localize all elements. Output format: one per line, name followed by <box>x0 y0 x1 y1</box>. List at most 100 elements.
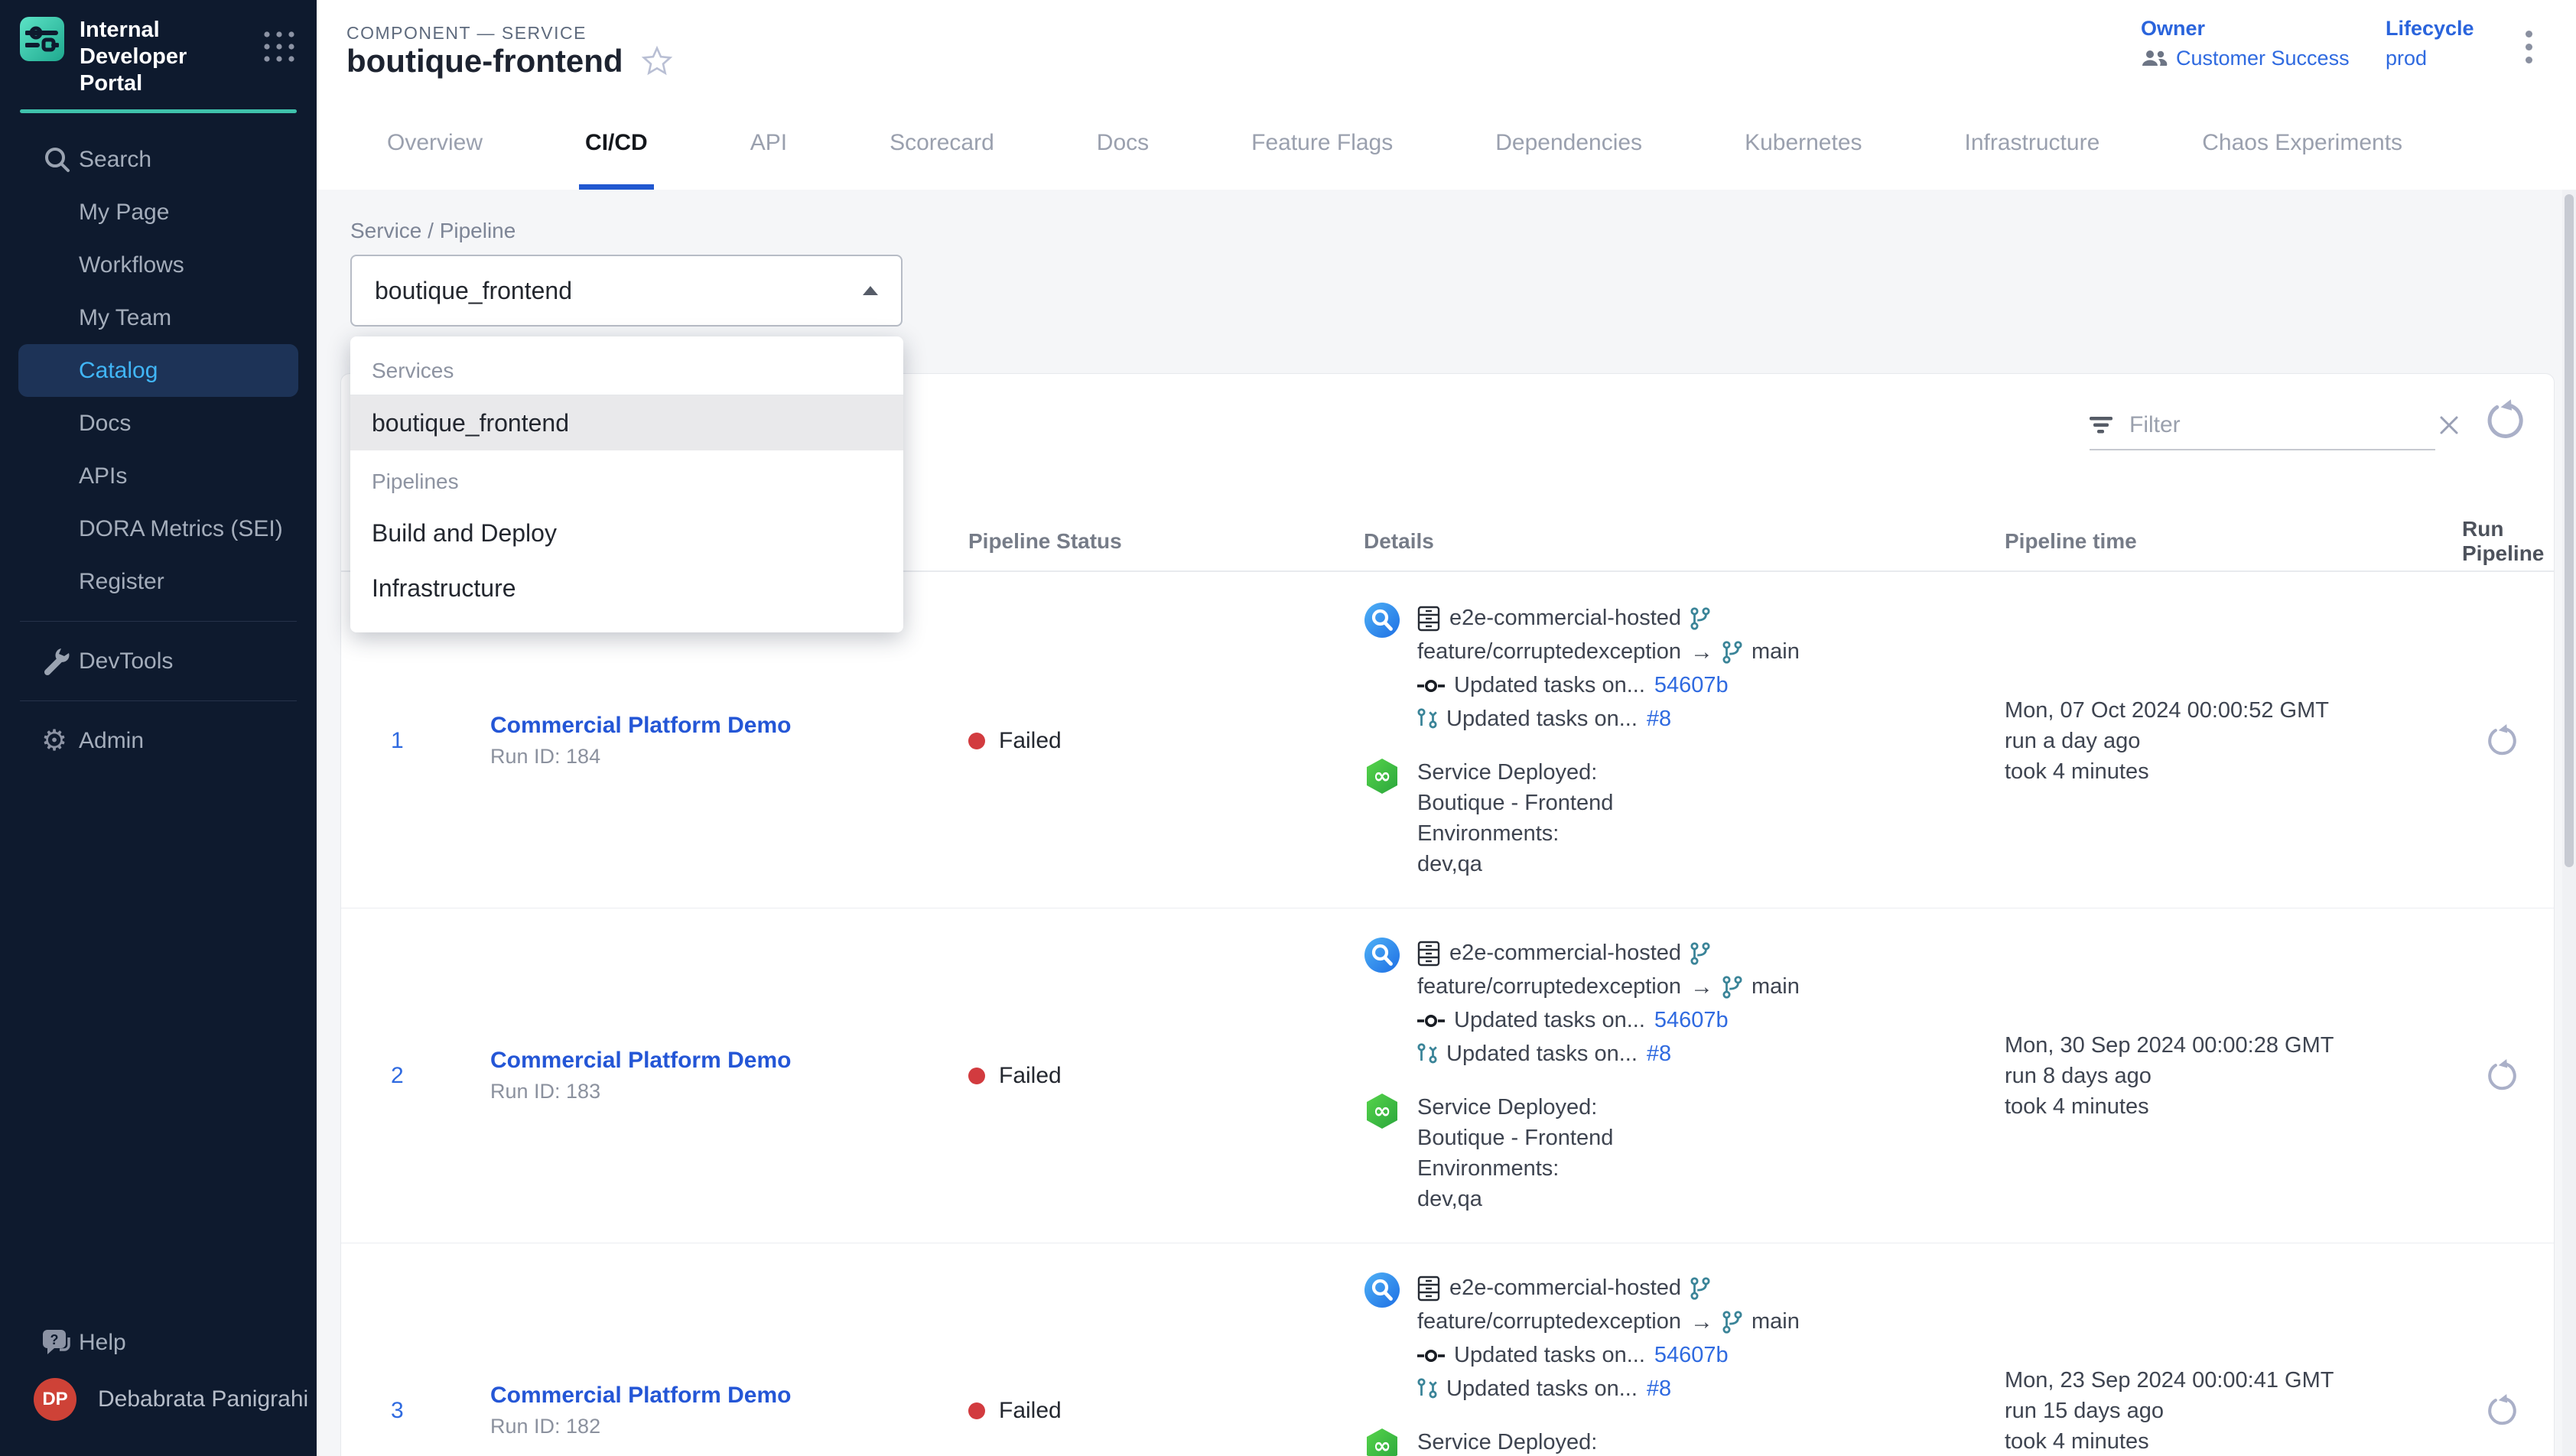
ci-stage-icon <box>1364 1272 1400 1406</box>
table-row: 2 Commercial Platform Demo Run ID: 183 F… <box>341 908 2554 1243</box>
repo-name[interactable]: e2e-commercial-hosted <box>1449 941 1681 966</box>
entity-header: COMPONENT — SERVICE boutique-frontend Ow… <box>317 0 2576 190</box>
time-line: took 4 minutes <box>2005 1091 2462 1122</box>
target-branch[interactable]: main <box>1751 974 1800 999</box>
tab-feature-flags[interactable]: Feature Flags <box>1245 130 1399 190</box>
run-pipeline-cell <box>2462 1058 2554 1094</box>
tab-cicd[interactable]: CI/CD <box>579 130 654 190</box>
deploy-line: Service Deployed: <box>1417 758 1613 788</box>
menu-item-boutique-frontend[interactable]: boutique_frontend <box>350 395 903 450</box>
clear-filter-icon[interactable] <box>2438 414 2460 436</box>
vertical-scrollbar[interactable] <box>2562 190 2576 1456</box>
pipeline-name-cell: Commercial Platform Demo Run ID: 182 <box>490 1383 968 1438</box>
status-text: Failed <box>999 1063 1062 1089</box>
sidebar-item-register[interactable]: Register <box>0 555 317 608</box>
failed-dot-icon <box>968 733 985 749</box>
sidebar-item-catalog[interactable]: Catalog <box>18 344 298 397</box>
source-branch[interactable]: feature/corruptedexception <box>1417 639 1681 665</box>
time-line: took 4 minutes <box>2005 756 2462 787</box>
tab-infrastructure[interactable]: Infrastructure <box>1959 130 2106 190</box>
rerun-pipeline-icon[interactable] <box>2484 1058 2519 1094</box>
menu-group-services: Services <box>350 347 903 395</box>
ci-stage-icon <box>1364 937 1400 1071</box>
sidebar-item-dora-metrics[interactable]: DORA Metrics (SEI) <box>0 502 317 555</box>
more-options-kebab-icon[interactable] <box>2521 26 2537 68</box>
pipeline-picker-label: Service / Pipeline <box>350 219 516 243</box>
arrow-glyph: → <box>1690 974 1713 1000</box>
deploy-line: Environments: <box>1417 819 1613 850</box>
repo-name[interactable]: e2e-commercial-hosted <box>1449 606 1681 631</box>
tab-overview[interactable]: Overview <box>381 130 489 190</box>
sidebar-item-search[interactable]: Search <box>0 133 317 186</box>
tab-api[interactable]: API <box>744 130 793 190</box>
refresh-icon[interactable] <box>2483 398 2527 443</box>
source-branch[interactable]: feature/corruptedexception <box>1417 974 1681 999</box>
owner-value-link[interactable]: Customer Success <box>2176 47 2350 70</box>
pipeline-link[interactable]: Commercial Platform Demo <box>490 1048 968 1074</box>
sidebar-item-workflows[interactable]: Workflows <box>0 239 317 291</box>
pr-number-link[interactable]: #8 <box>1647 707 1671 732</box>
run-id: Run ID: 182 <box>490 1415 968 1438</box>
user-menu[interactable]: DP Debabrata Panigrahi <box>0 1369 317 1430</box>
row-index: 1 <box>391 728 490 754</box>
pipeline-time-cell: Mon, 23 Sep 2024 00:00:41 GMT run 15 day… <box>2005 1365 2462 1456</box>
sidebar-item-my-page[interactable]: My Page <box>0 186 317 239</box>
commit-message: Updated tasks on... <box>1454 1008 1645 1033</box>
details-cell: e2e-commercial-hosted feature/corruptede… <box>1364 1272 2005 1456</box>
pipeline-picker-menu: Services boutique_frontend Pipelines Bui… <box>350 336 903 632</box>
run-pipeline-cell <box>2462 723 2554 759</box>
repository-icon <box>1417 1276 1440 1302</box>
chevron-up-icon <box>861 284 880 297</box>
menu-item-build-and-deploy[interactable]: Build and Deploy <box>350 505 903 561</box>
help-chat-icon: ? <box>41 1327 75 1359</box>
deploy-line: Service Deployed: <box>1417 1428 1613 1456</box>
pr-message: Updated tasks on... <box>1446 707 1638 732</box>
tab-kubernetes[interactable]: Kubernetes <box>1738 130 1868 190</box>
sidebar-divider <box>20 621 297 622</box>
sidebar-item-docs[interactable]: Docs <box>0 397 317 450</box>
time-line: Mon, 30 Sep 2024 00:00:28 GMT <box>2005 1030 2462 1061</box>
git-branch-icon <box>1690 1277 1710 1300</box>
deploy-line: dev,qa <box>1417 850 1613 880</box>
main-area: COMPONENT — SERVICE boutique-frontend Ow… <box>317 0 2576 1456</box>
tab-dependencies[interactable]: Dependencies <box>1489 130 1648 190</box>
repo-name[interactable]: e2e-commercial-hosted <box>1449 1276 1681 1301</box>
status-text: Failed <box>999 1398 1062 1424</box>
sidebar-item-my-team[interactable]: My Team <box>0 291 317 344</box>
pipeline-select[interactable]: boutique_frontend <box>350 255 903 327</box>
scrollbar-thumb[interactable] <box>2565 194 2574 867</box>
time-line: Mon, 07 Oct 2024 00:00:52 GMT <box>2005 695 2462 726</box>
sidebar-item-apis[interactable]: APIs <box>0 450 317 502</box>
source-branch[interactable]: feature/corruptedexception <box>1417 1309 1681 1334</box>
commit-sha-link[interactable]: 54607b <box>1654 1343 1729 1368</box>
tab-chaos-experiments[interactable]: Chaos Experiments <box>2196 130 2408 190</box>
help-button[interactable]: ? Help <box>0 1316 317 1369</box>
apps-grid-icon[interactable] <box>260 28 298 66</box>
sidebar-item-devtools[interactable]: DevTools <box>0 635 317 687</box>
git-branch-icon <box>1722 976 1742 999</box>
arrow-glyph: → <box>1690 1309 1713 1335</box>
rerun-pipeline-icon[interactable] <box>2484 723 2519 759</box>
target-branch[interactable]: main <box>1751 639 1800 665</box>
gear-icon: ⚙ <box>41 726 67 756</box>
breadcrumb: COMPONENT — SERVICE <box>346 23 587 44</box>
commit-message: Updated tasks on... <box>1454 1343 1645 1368</box>
tab-scorecard[interactable]: Scorecard <box>883 130 1000 190</box>
pipeline-link[interactable]: Commercial Platform Demo <box>490 1383 968 1409</box>
pr-number-link[interactable]: #8 <box>1647 1376 1671 1402</box>
sidebar-item-admin[interactable]: ⚙ Admin <box>0 714 317 767</box>
commit-sha-link[interactable]: 54607b <box>1654 1008 1729 1033</box>
pipeline-link[interactable]: Commercial Platform Demo <box>490 713 968 739</box>
failed-dot-icon <box>968 1068 985 1084</box>
favorite-star-icon[interactable] <box>640 44 674 78</box>
tab-docs[interactable]: Docs <box>1091 130 1155 190</box>
target-branch[interactable]: main <box>1751 1309 1800 1334</box>
cd-stage-icon: ∞ <box>1364 1093 1400 1215</box>
time-line: took 4 minutes <box>2005 1426 2462 1456</box>
commit-sha-link[interactable]: 54607b <box>1654 673 1729 698</box>
rerun-pipeline-icon[interactable] <box>2484 1393 2519 1428</box>
sidebar: Internal Developer Portal Search M <box>0 0 317 1456</box>
pr-number-link[interactable]: #8 <box>1647 1042 1671 1067</box>
filter-input[interactable] <box>2129 412 2425 438</box>
menu-item-infrastructure[interactable]: Infrastructure <box>350 561 903 616</box>
